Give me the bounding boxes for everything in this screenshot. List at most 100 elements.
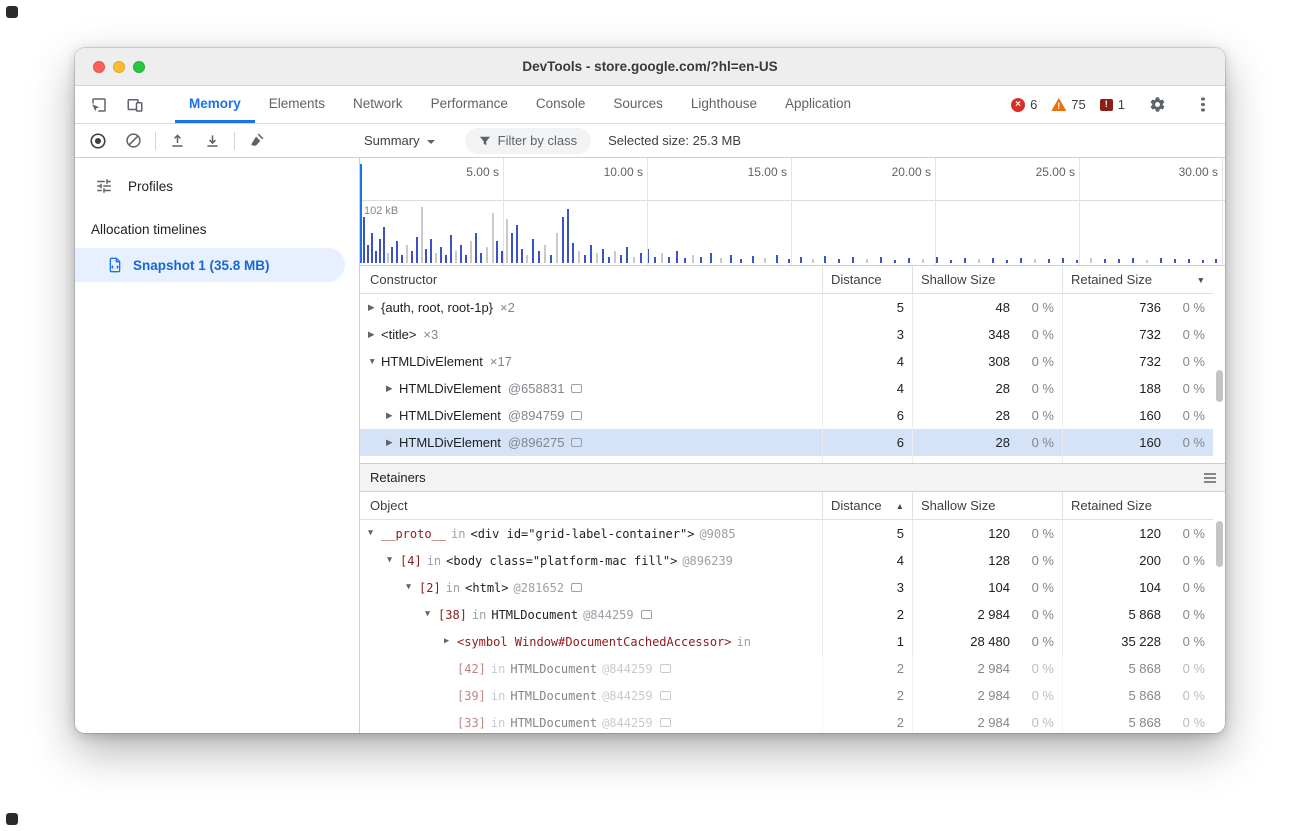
more-options-kebab-icon[interactable] (1189, 91, 1217, 119)
constructor-row[interactable]: ▶HTMLDivElement@8947596280 %1600 % (360, 402, 1213, 429)
clear-profiles-icon[interactable] (120, 128, 146, 154)
constructor-scrollbar-thumb[interactable] (1216, 370, 1223, 402)
retainer-target-object: HTMLDocument (510, 689, 597, 703)
constructor-row[interactable]: ▶HTMLDivElement (360, 456, 1213, 463)
expander-expanded-icon[interactable]: ▼ (425, 610, 438, 619)
tab-console[interactable]: Console (522, 86, 600, 123)
error-count-badge[interactable]: × 6 (1011, 97, 1037, 112)
expander-expanded-icon[interactable]: ▼ (368, 529, 381, 538)
retained-value: 5 868 (1071, 715, 1161, 730)
column-header-shallow[interactable]: Shallow Size (912, 266, 1062, 293)
timeline-bar (1202, 260, 1204, 263)
timeline-bar (480, 253, 482, 263)
expander-collapsed-icon[interactable]: ▶ (386, 438, 399, 447)
retainer-in-label: in (451, 527, 465, 541)
timeline-bar (824, 256, 826, 263)
retainer-edge-name: [39] (457, 689, 486, 703)
reveal-object-icon[interactable] (660, 664, 671, 673)
retainer-row[interactable]: ▶<symbol Window#DocumentCachedAccessor>i… (360, 628, 1213, 655)
reveal-object-icon[interactable] (571, 438, 582, 447)
tab-lighthouse[interactable]: Lighthouse (677, 86, 771, 123)
timeline-selection-grip[interactable] (360, 164, 362, 263)
expander-expanded-icon[interactable]: ▼ (368, 357, 381, 366)
retainer-row[interactable]: ▼[4]in<body class="platform-mac fill">@8… (360, 547, 1213, 574)
timeline-bar (668, 257, 670, 263)
reveal-object-icon[interactable] (571, 384, 582, 393)
load-profile-icon[interactable] (164, 128, 190, 154)
device-toolbar-icon[interactable] (121, 91, 149, 119)
expander-expanded-icon[interactable]: ▼ (387, 556, 400, 565)
retainer-row[interactable]: [39]inHTMLDocument@84425922 9840 %5 8680… (360, 682, 1213, 709)
constructor-row[interactable]: ▼HTMLDivElement×1743080 %7320 % (360, 348, 1213, 375)
tab-elements[interactable]: Elements (255, 86, 339, 123)
column-header-name[interactable]: Object (360, 492, 822, 519)
allocation-timeline[interactable]: 102 kB 5.00 s10.00 s15.00 s20.00 s25.00 … (360, 158, 1225, 266)
column-header-shallow[interactable]: Shallow Size (912, 492, 1062, 519)
shallow-percent: 0 % (1014, 526, 1054, 541)
retainers-scrollbar-thumb[interactable] (1216, 521, 1223, 567)
snapshot-item[interactable]: Snapshot 1 (35.8 MB) (75, 248, 345, 282)
retainer-object-cell: ▼[2]in<html>@281652 (360, 574, 822, 601)
tab-application[interactable]: Application (771, 86, 865, 123)
distance-cell: 5 (822, 520, 912, 547)
issues-count-badge[interactable]: ! 1 (1100, 97, 1125, 112)
expander-collapsed-icon[interactable]: ▶ (386, 411, 399, 420)
retainer-row[interactable]: ▼[38]inHTMLDocument@84425922 9840 %5 868… (360, 601, 1213, 628)
save-profile-icon[interactable] (199, 128, 225, 154)
timeline-tick-label: 25.00 s (1036, 165, 1075, 179)
constructor-row[interactable]: ▶<title>×333480 %7320 % (360, 321, 1213, 348)
retainer-row[interactable]: ▼__proto__in<div id="grid-label-containe… (360, 520, 1213, 547)
zoom-window-button[interactable] (133, 61, 145, 73)
column-header-name[interactable]: Constructor (360, 266, 822, 293)
timeline-bar (838, 259, 840, 263)
record-allocation-icon[interactable] (85, 128, 111, 154)
expander-collapsed-icon[interactable]: ▶ (444, 637, 457, 646)
retained-percent: 0 % (1165, 688, 1205, 703)
expander-collapsed-icon[interactable]: ▶ (368, 303, 381, 312)
constructor-row[interactable]: ▶{auth, root, root-1p}×25480 %7360 % (360, 294, 1213, 321)
retainer-edge-name: [38] (438, 608, 467, 622)
reveal-object-icon[interactable] (660, 718, 671, 727)
tune-sliders-icon (95, 177, 113, 195)
close-window-button[interactable] (93, 61, 105, 73)
constructor-row[interactable]: ▶HTMLDivElement@8962756280 %1600 % (360, 429, 1213, 456)
constructor-row[interactable]: ▶HTMLDivElement@6588314280 %1880 % (360, 375, 1213, 402)
tab-memory[interactable]: Memory (175, 86, 255, 123)
timeline-bar (1146, 260, 1148, 263)
shallow-cell: 2 9840 % (912, 709, 1062, 733)
expander-expanded-icon[interactable]: ▼ (406, 583, 419, 592)
reveal-object-icon[interactable] (641, 610, 652, 619)
retainer-row[interactable]: ▼[2]in<html>@28165231040 %1040 % (360, 574, 1213, 601)
shallow-cell: 480 % (912, 294, 1062, 321)
column-header-retained[interactable]: Retained Size (1062, 492, 1213, 519)
retainer-row[interactable]: [42]inHTMLDocument@84425922 9840 %5 8680… (360, 655, 1213, 682)
inspect-element-icon[interactable] (85, 91, 113, 119)
column-header-distance[interactable]: Distance▲ (822, 492, 912, 519)
timeline-bar (776, 255, 778, 263)
expander-collapsed-icon[interactable]: ▶ (368, 330, 381, 339)
class-filter-input[interactable]: Filter by class (465, 128, 591, 154)
distance-cell: 5 (822, 294, 912, 321)
reveal-object-icon[interactable] (571, 411, 582, 420)
shallow-cell: 1040 % (912, 574, 1062, 601)
warning-count-badge[interactable]: 75 (1051, 97, 1085, 112)
tab-network[interactable]: Network (339, 86, 417, 123)
perspective-select[interactable]: Summary (364, 133, 435, 148)
tab-sources[interactable]: Sources (599, 86, 677, 123)
settings-gear-icon[interactable] (1143, 91, 1171, 119)
tab-performance[interactable]: Performance (417, 86, 522, 123)
retainers-menu-icon[interactable] (1203, 472, 1217, 484)
profiles-header[interactable]: Profiles (75, 166, 359, 206)
clear-brush-icon[interactable] (243, 128, 269, 154)
constructor-name-cell: ▶<title>×3 (360, 321, 822, 348)
tabbar-right-icons (1143, 91, 1225, 119)
retainer-row[interactable]: [33]inHTMLDocument@84425922 9840 %5 8680… (360, 709, 1213, 733)
retainer-in-label: in (472, 608, 486, 622)
expander-collapsed-icon[interactable]: ▶ (386, 384, 399, 393)
minimize-window-button[interactable] (113, 61, 125, 73)
column-header-retained[interactable]: Retained Size▼ (1062, 266, 1213, 293)
column-header-distance[interactable]: Distance (822, 266, 912, 293)
reveal-object-icon[interactable] (571, 583, 582, 592)
timeline-bar (788, 259, 790, 263)
reveal-object-icon[interactable] (660, 691, 671, 700)
